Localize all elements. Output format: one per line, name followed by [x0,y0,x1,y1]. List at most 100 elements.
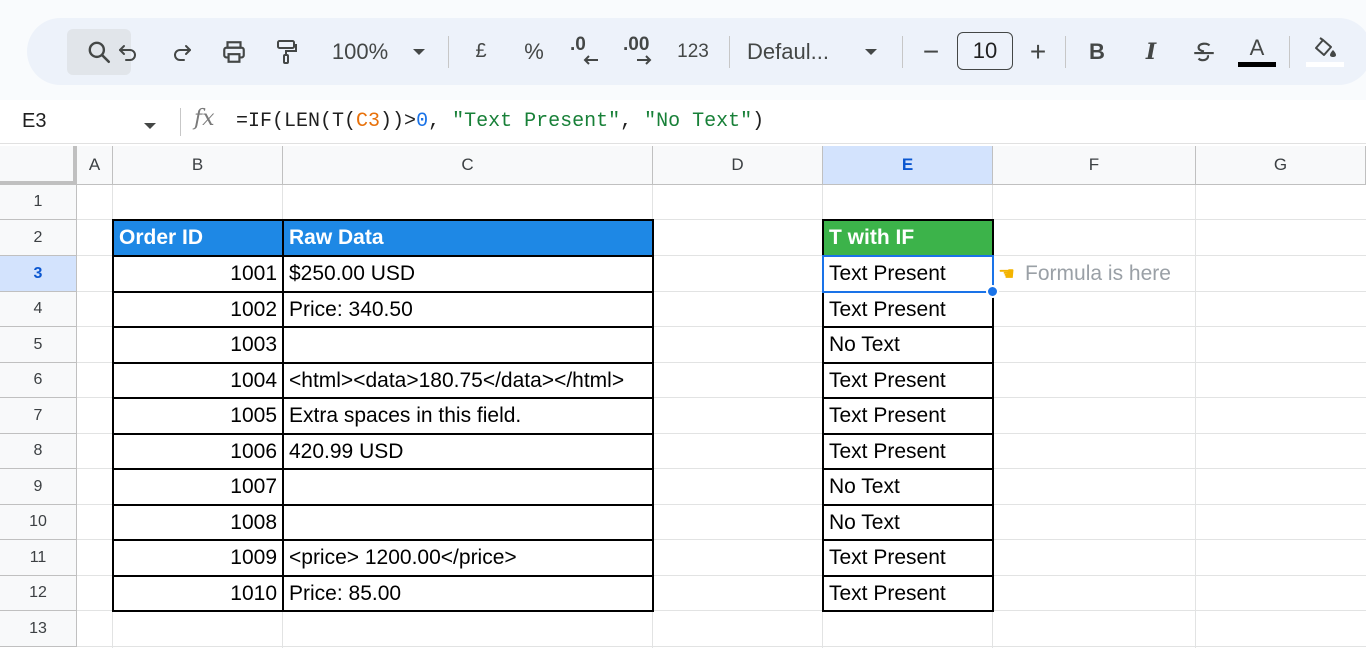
t-with-if-cell[interactable]: Text Present [823,292,993,327]
formula-input[interactable]: =IF(LEN(T(C3))>0, "Text Present", "No Te… [236,110,764,133]
fill-color-button[interactable] [1303,18,1347,85]
raw-data-cell[interactable] [283,469,653,505]
row-header-9[interactable]: 9 [0,469,77,505]
t-with-if-cell[interactable]: Text Present [823,398,993,434]
zoom-value: 100% [331,38,389,64]
row-header-2[interactable]: 2 [0,220,77,256]
italic-icon: I [1145,38,1157,65]
row-header-4[interactable]: 4 [0,292,77,327]
order-id-cell[interactable]: 1009 [113,540,283,576]
toolbar: 100% £ % .0 .00 123 Defaul... − 10 + B I… [27,18,1366,85]
undo-button[interactable] [113,18,143,85]
raw-data-cell[interactable]: <price> 1200.00</price> [283,540,653,576]
row-header-10[interactable]: 10 [0,505,77,540]
order-id-cell[interactable]: 1001 [113,256,283,292]
raw-data-cell[interactable] [283,505,653,540]
raw-data-cell[interactable] [283,327,653,363]
table-row-border [113,362,653,364]
raw-data-cell[interactable]: Extra spaces in this field. [283,398,653,434]
table-row-border [113,575,653,577]
toolbar-divider [448,36,449,68]
font-dropdown-arrow[interactable] [861,18,881,85]
order-id-cell[interactable]: 1007 [113,469,283,505]
row-header-5[interactable]: 5 [0,327,77,363]
table-row-border [823,539,993,541]
column-header-c[interactable]: C [283,146,653,185]
column-header-b[interactable]: B [113,146,283,185]
t-with-if-cell[interactable]: Text Present [823,256,993,292]
text-color-icon: A [1238,36,1276,67]
raw-data-cell[interactable]: Price: 340.50 [283,292,653,327]
caret-down-icon [143,118,157,135]
t-with-if-cell[interactable]: Text Present [823,576,993,611]
increase-decimal-button[interactable]: .00 [620,18,660,85]
column-header-e[interactable]: E [823,146,993,185]
raw-data-cell[interactable]: 420.99 USD [283,434,653,469]
toolbar-area: 100% £ % .0 .00 123 Defaul... − 10 + B I… [0,0,1366,100]
name-box-dropdown[interactable] [143,118,157,136]
pointing-hand-icon: ☚ [998,263,1016,285]
t-with-if-cell[interactable]: No Text [823,505,993,540]
row-header-6[interactable]: 6 [0,363,77,398]
fill-color-swatch [1306,62,1344,67]
table-row-border [823,326,993,328]
order-id-cell[interactable]: 1010 [113,576,283,611]
t-with-if-cell[interactable]: No Text [823,327,993,363]
zoom-select[interactable]: 100% [325,18,395,85]
strikethrough-icon [1191,39,1217,65]
row-header-3[interactable]: 3 [0,256,77,292]
order-id-cell[interactable]: 1004 [113,363,283,398]
column-header-f[interactable]: F [993,146,1196,185]
decrease-decimal-button[interactable]: .0 [567,18,603,85]
currency-button[interactable]: £ [467,18,495,85]
raw-data-cell[interactable]: $250.00 USD [283,256,653,292]
row-header-7[interactable]: 7 [0,398,77,434]
number-format-label: 123 [677,40,709,62]
increase-font-size-button[interactable]: + [1025,18,1051,85]
order-id-cell[interactable]: 1008 [113,505,283,540]
t-with-if-cell[interactable]: Text Present [823,434,993,469]
t-with-if-cell[interactable]: Text Present [823,363,993,398]
print-button[interactable] [219,18,249,85]
table-row-border [113,326,653,328]
bold-button[interactable]: B [1083,18,1111,85]
text-color-button[interactable]: A [1237,18,1277,85]
order-id-cell[interactable]: 1005 [113,398,283,434]
zoom-dropdown-arrow[interactable] [409,18,429,85]
decrease-font-size-button[interactable]: − [919,18,943,85]
gridline [77,646,1366,647]
order-id-cell[interactable]: 1002 [113,292,283,327]
spreadsheet-grid[interactable]: A B C D E F G 1 2 3 4 5 6 7 8 9 10 11 12 13 Order ID Raw Data… [0,146,1366,648]
t-with-if-cell[interactable]: No Text [823,469,993,505]
table-row-border [823,255,993,257]
paint-format-button[interactable] [271,18,301,85]
row-header-12[interactable]: 12 [0,576,77,611]
raw-data-cell[interactable]: <html><data>180.75</data></html> [283,363,653,398]
column-header-d[interactable]: D [653,146,823,185]
font-size-input[interactable]: 10 [957,32,1013,70]
font-select[interactable]: Defaul... [747,18,847,85]
strikethrough-button[interactable] [1189,18,1219,85]
row-header-13[interactable]: 13 [0,611,77,647]
column-header-g[interactable]: G [1196,146,1366,185]
order-id-cell[interactable]: 1003 [113,327,283,363]
italic-button[interactable]: I [1137,18,1165,85]
table-row-border [113,539,653,541]
row-header-11[interactable]: 11 [0,540,77,576]
order-id-cell[interactable]: 1006 [113,434,283,469]
raw-data-cell[interactable]: Price: 85.00 [283,576,653,611]
name-box[interactable]: E3 [22,110,46,133]
row-header-1[interactable]: 1 [0,185,77,220]
bold-icon: B [1089,38,1105,64]
select-all-corner[interactable] [0,146,77,185]
formula-string: "Text Present" [452,110,621,133]
formula-bar-divider [180,108,181,136]
row-header-8[interactable]: 8 [0,434,77,469]
t-with-if-cell[interactable]: Text Present [823,540,993,576]
print-icon [221,39,247,65]
column-header-a[interactable]: A [77,146,113,185]
number-format-button[interactable]: 123 [675,18,711,85]
table-row-border [823,291,993,293]
percent-button[interactable]: % [519,18,549,85]
redo-button[interactable] [167,18,197,85]
